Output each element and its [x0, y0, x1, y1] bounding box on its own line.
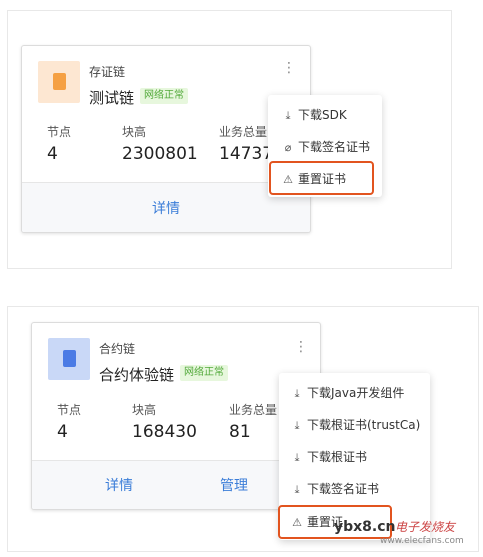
stat-value-nodes: 4: [47, 144, 58, 164]
manage-link[interactable]: 管理: [220, 475, 248, 495]
menu-item-download-sdk[interactable]: ⤓ 下载SDK: [268, 106, 382, 123]
stat-label-block-height: 块高: [122, 125, 147, 139]
watermark-url: www.elecfans.com: [380, 536, 464, 546]
card-footer: 详情 管理: [32, 460, 320, 509]
highlight-box: [269, 161, 374, 195]
menu-item-label: 下载签名证书: [298, 140, 371, 154]
download-icon: ⤓: [294, 483, 300, 496]
chain-name: 测试链: [89, 89, 135, 107]
stat-label-business-total: 业务总量: [219, 125, 268, 139]
menu-item-download-java-sdk[interactable]: ⤓ 下载Java开发组件: [279, 384, 430, 401]
document-icon: [53, 73, 66, 90]
menu-item-label: 下载SDK: [298, 108, 347, 122]
stat-value-block-height: 168430: [132, 422, 197, 442]
menu-item-download-sign-cert[interactable]: ⤓ 下载签名证书: [279, 480, 430, 497]
stat-value-nodes: 4: [57, 422, 68, 442]
menu-item-download-root-cert-trustca[interactable]: ⤓ 下载根证书(trustCa): [279, 416, 430, 433]
chain-icon-2: [48, 338, 90, 380]
status-badge: 网络正常: [180, 365, 228, 381]
stat-label-nodes: 节点: [47, 125, 72, 139]
stat-value-block-height: 2300801: [122, 144, 198, 164]
details-link[interactable]: 详情: [152, 198, 180, 218]
details-link[interactable]: 详情: [105, 475, 133, 495]
download-icon: ⤓: [294, 387, 300, 400]
stat-label-business-total: 业务总量: [229, 403, 278, 417]
card-footer: 详情: [22, 182, 310, 232]
download-icon: ⤓: [285, 109, 291, 122]
paperclip-icon: ⌀: [284, 141, 292, 154]
menu-item-download-sign-cert[interactable]: ⌀ 下载签名证书: [268, 138, 382, 155]
stat-value-business-total: 81: [229, 422, 251, 442]
watermark-brand: 电子发烧友: [395, 520, 456, 534]
watermark-site: ybx8.cn: [334, 519, 396, 535]
download-icon: ⤓: [294, 419, 300, 432]
menu-item-download-root-cert[interactable]: ⤓ 下载根证书: [279, 448, 430, 465]
more-options-icon[interactable]: ⋮: [282, 60, 296, 76]
menu-item-label: 下载根证书(trustCa): [307, 418, 421, 432]
chain-icon-1: [38, 61, 80, 103]
chain-type: 存证链: [89, 65, 126, 79]
more-options-icon[interactable]: ⋮: [294, 339, 308, 355]
menu-item-label: 下载Java开发组件: [307, 386, 405, 400]
menu-item-label: 下载根证书: [307, 450, 368, 464]
download-icon: ⤓: [294, 451, 300, 464]
chain-name: 合约体验链: [99, 366, 175, 384]
chain-type: 合约链: [99, 342, 136, 356]
document-icon: [63, 350, 76, 367]
chain-card-2: 合约链 合约体验链 网络正常 ⋮ 节点 4 块高 168430 业务总量 81 …: [31, 322, 321, 510]
stat-label-block-height: 块高: [132, 403, 157, 417]
stat-label-nodes: 节点: [57, 403, 82, 417]
status-badge: 网络正常: [140, 88, 188, 104]
menu-item-label: 下载签名证书: [307, 482, 380, 496]
